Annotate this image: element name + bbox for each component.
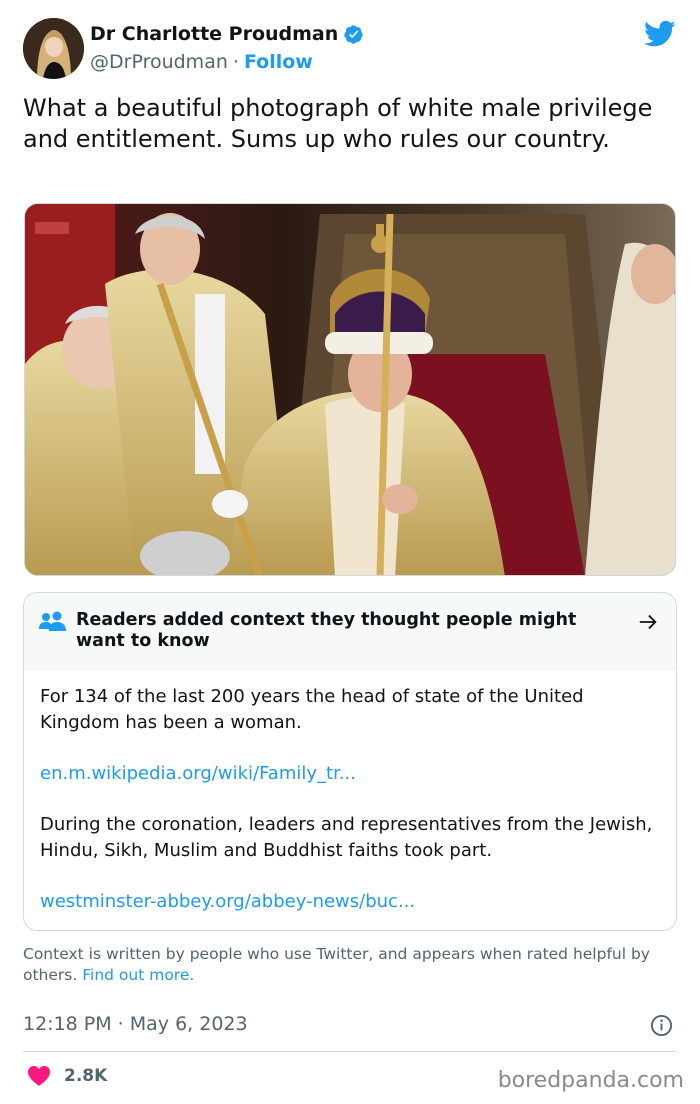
context-disclaimer: Context is written by people who use Twi… <box>23 944 683 986</box>
note-link-1[interactable]: en.m.wikipedia.org/wiki/Family_tr... <box>40 761 660 787</box>
author-handle[interactable]: @DrProudman <box>90 51 228 73</box>
community-note-header[interactable]: Readers added context they thought peopl… <box>24 593 676 670</box>
author-name-row: Dr Charlotte Proudman <box>90 23 364 45</box>
find-out-more-link[interactable]: Find out more. <box>82 966 194 984</box>
community-note-body: For 134 of the last 200 years the head o… <box>24 670 676 915</box>
author-name[interactable]: Dr Charlotte Proudman <box>90 23 338 45</box>
note-text-1: For 134 of the last 200 years the head o… <box>40 686 584 733</box>
avatar[interactable] <box>23 18 84 79</box>
people-icon <box>39 611 66 631</box>
twitter-bird-icon[interactable] <box>644 20 676 48</box>
like-count: 2.8K <box>64 1066 108 1086</box>
like-action[interactable]: 2.8K <box>27 1065 107 1087</box>
tweet-photo[interactable] <box>24 203 676 576</box>
follow-button[interactable]: Follow <box>244 51 313 73</box>
community-note-card[interactable]: Readers added context they thought peopl… <box>23 592 677 931</box>
arrow-right-icon[interactable] <box>637 611 659 633</box>
tweet-text: What a beautiful photograph of white mal… <box>23 94 653 153</box>
tweet-timestamp[interactable]: 12:18 PM · May 6, 2023 <box>23 1013 248 1035</box>
heart-icon[interactable] <box>27 1065 51 1087</box>
verified-badge-icon <box>344 24 363 44</box>
community-note-title: Readers added context they thought peopl… <box>76 610 577 651</box>
separator-dot: · <box>232 51 239 73</box>
info-icon[interactable] <box>650 1014 673 1037</box>
tweet-header: Dr Charlotte Proudman @DrProudman · Follow <box>23 18 678 80</box>
watermark: boredpanda.com <box>497 1068 684 1093</box>
note-link-2[interactable]: westminster-abbey.org/abbey-news/buc... <box>40 889 660 915</box>
coronation-photo-icon <box>25 204 675 575</box>
note-text-2: During the coronation, leaders and repre… <box>40 814 653 861</box>
divider <box>23 1051 677 1052</box>
author-handle-row: @DrProudman · Follow <box>90 51 313 73</box>
